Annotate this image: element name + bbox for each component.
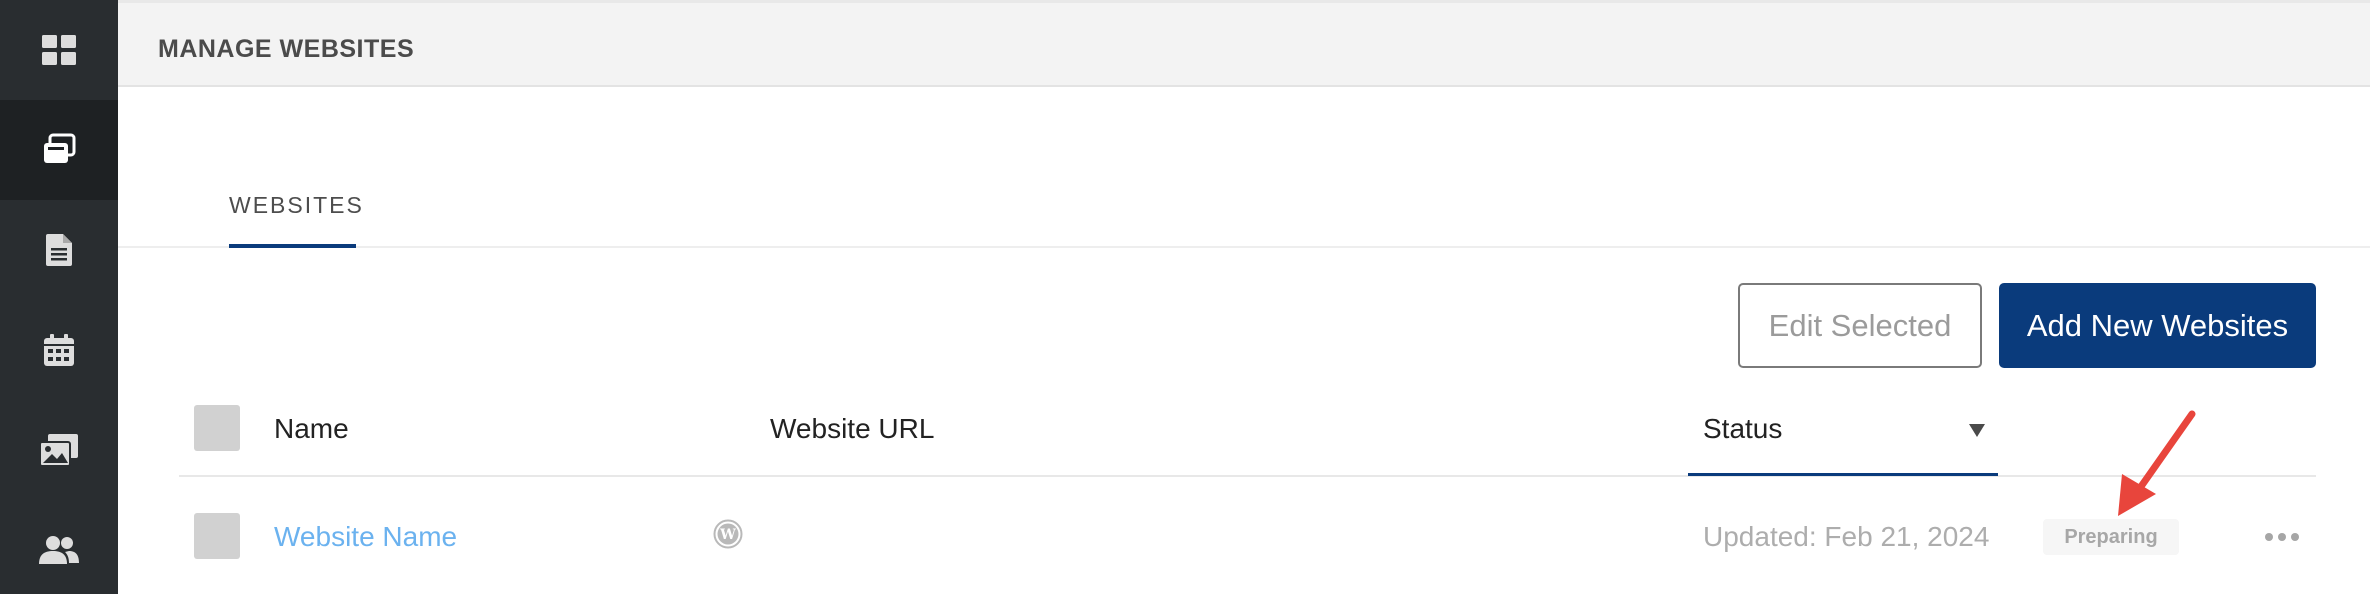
dashboard-grid-icon — [42, 35, 76, 65]
sidebar-item-users[interactable] — [0, 500, 118, 594]
column-header-status[interactable]: Status — [1703, 413, 1782, 445]
sidebar-item-media[interactable] — [0, 400, 118, 500]
row-checkbox[interactable] — [194, 513, 240, 559]
last-updated-text: Updated: Feb 21, 2024 — [1703, 521, 1990, 552]
svg-text:W: W — [719, 527, 736, 543]
sidebar-item-documents[interactable] — [0, 200, 118, 300]
more-options-icon[interactable] — [2262, 520, 2302, 554]
page-title: MANAGE WEBSITES — [158, 35, 415, 63]
status-column-underline — [1688, 473, 1998, 476]
column-header-url[interactable]: Website URL — [770, 413, 934, 445]
users-icon — [39, 536, 79, 564]
page-header: MANAGE WEBSITES — [118, 0, 2370, 87]
wordpress-icon: W — [713, 519, 743, 549]
edit-selected-button[interactable]: Edit Selected — [1738, 283, 1982, 368]
sidebar-item-websites[interactable] — [0, 100, 118, 200]
column-header-name[interactable]: Name — [274, 413, 349, 445]
sort-dropdown-icon[interactable] — [1968, 422, 1986, 438]
status-badge: Preparing — [2043, 519, 2179, 555]
media-gallery-icon — [40, 434, 78, 466]
tab-bar: WEBSITES — [118, 88, 2370, 248]
active-tab-indicator — [229, 244, 356, 248]
annotation-arrow-icon — [2118, 410, 2196, 516]
document-icon — [46, 234, 72, 266]
sidebar-item-dashboard[interactable] — [0, 0, 118, 100]
sidebar — [0, 0, 118, 594]
add-new-websites-button[interactable]: Add New Websites — [1999, 283, 2316, 368]
website-name-link[interactable]: Website Name — [274, 521, 457, 553]
select-all-checkbox[interactable] — [194, 405, 240, 451]
websites-stack-icon — [44, 133, 76, 163]
calendar-icon — [44, 334, 74, 366]
sidebar-item-calendar[interactable] — [0, 300, 118, 400]
tab-websites[interactable]: WEBSITES — [229, 192, 364, 219]
